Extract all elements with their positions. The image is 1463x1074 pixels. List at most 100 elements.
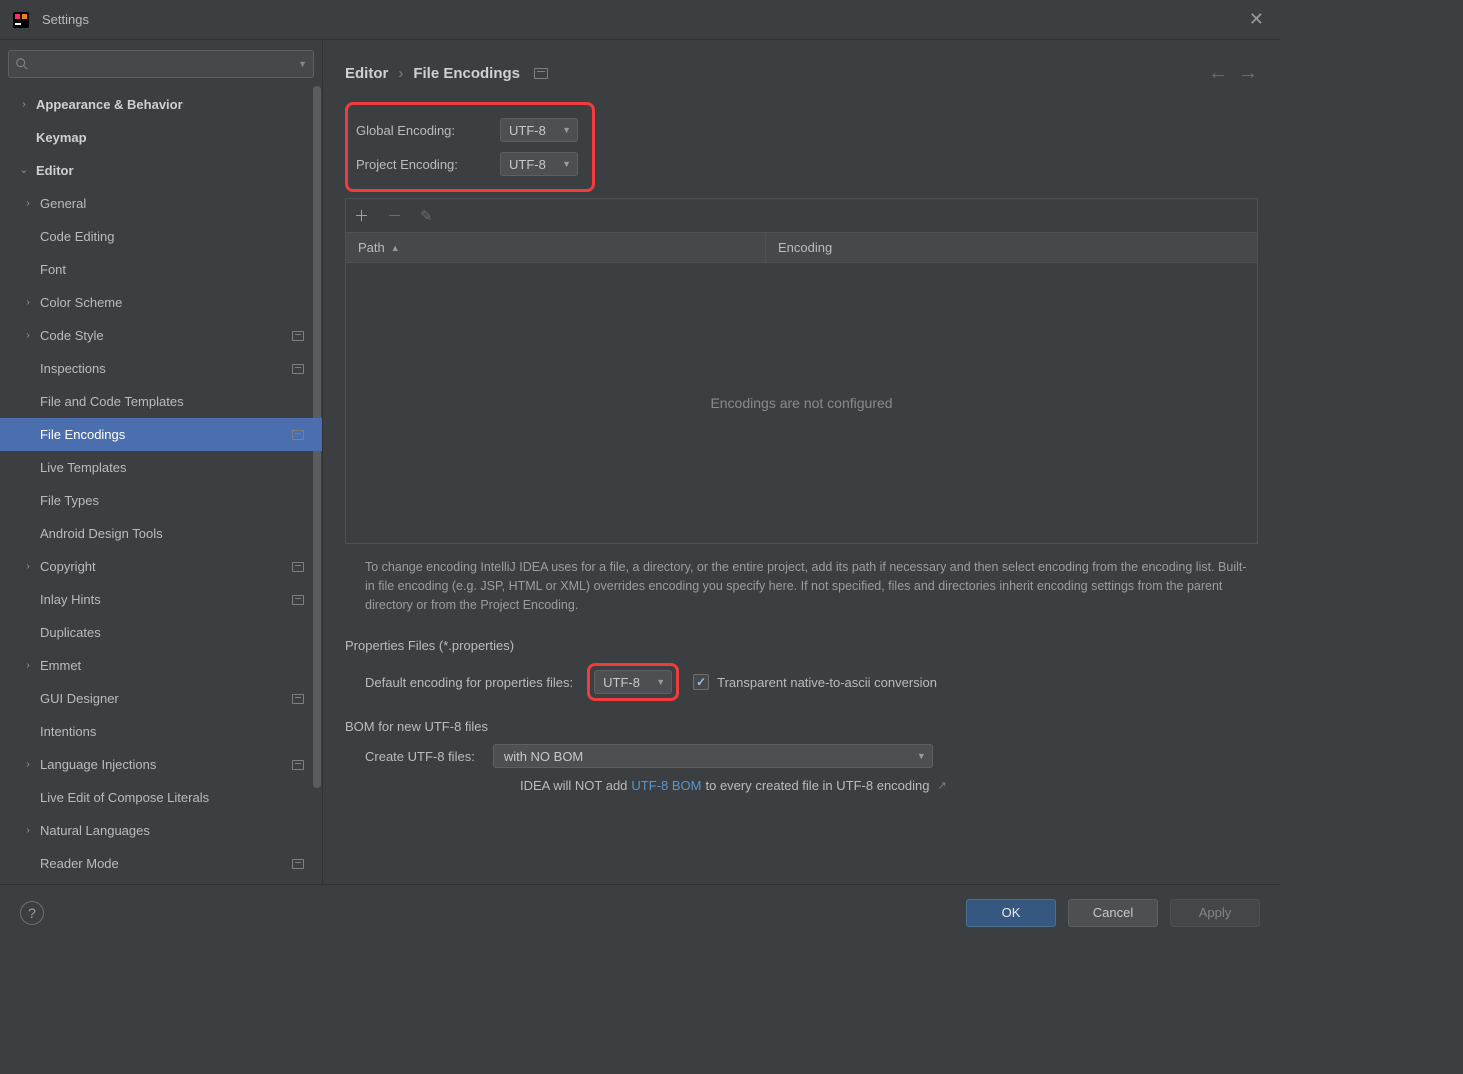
global-encoding-label: Global Encoding:: [356, 123, 486, 138]
sidebar-item-label: Copyright: [40, 559, 96, 574]
sidebar-item-label: Keymap: [36, 130, 87, 145]
sidebar-item-inlay-hints[interactable]: ›Inlay Hints: [0, 583, 322, 616]
chevron-down-icon: ▼: [656, 677, 665, 687]
settings-tree[interactable]: ›Appearance & Behavior›Keymap⌄Editor›Gen…: [0, 86, 322, 884]
add-icon[interactable]: ＋: [354, 205, 369, 226]
utf8-bom-link[interactable]: UTF-8 BOM: [631, 778, 701, 793]
sidebar-item-code-style[interactable]: ›Code Style: [0, 319, 322, 352]
chevron-right-icon: ›: [18, 99, 30, 110]
sidebar-item-natural-languages[interactable]: ›Natural Languages: [0, 814, 322, 847]
sidebar-item-label: General: [40, 196, 86, 211]
cancel-button[interactable]: Cancel: [1068, 899, 1158, 927]
sidebar-item-label: Language Injections: [40, 757, 156, 772]
sidebar-item-label: Live Edit of Compose Literals: [40, 790, 209, 805]
sidebar-item-label: Font: [40, 262, 66, 277]
global-encoding-combo[interactable]: UTF-8 ▼: [500, 118, 578, 142]
sidebar-item-general[interactable]: › General: [0, 187, 322, 220]
sidebar-item-reader-mode[interactable]: ›Reader Mode: [0, 847, 322, 880]
sidebar-item-emmet[interactable]: › Emmet: [0, 649, 322, 682]
sidebar-item-label: Inspections: [40, 361, 106, 376]
sidebar-item-label: Code Editing: [40, 229, 114, 244]
apply-button[interactable]: Apply: [1170, 899, 1260, 927]
sidebar-item-label: Duplicates: [40, 625, 101, 640]
sidebar-item-file-and-code-templates[interactable]: ›File and Code Templates: [0, 385, 322, 418]
chevron-right-icon: ›: [22, 198, 34, 209]
sidebar-item-label: Inlay Hints: [40, 592, 101, 607]
forward-icon[interactable]: →: [1238, 62, 1258, 85]
search-icon: [15, 57, 29, 71]
bottom-bar: ? OK Cancel Apply: [0, 884, 1280, 940]
sidebar-item-font[interactable]: ›Font: [0, 253, 322, 286]
sort-asc-icon: ▲: [391, 243, 400, 253]
sidebar-item-intentions[interactable]: ›Intentions: [0, 715, 322, 748]
back-icon[interactable]: ←: [1208, 62, 1228, 85]
highlighted-properties-encoding: UTF-8 ▼: [587, 663, 679, 701]
sidebar-item-copyright[interactable]: ›Copyright: [0, 550, 322, 583]
sidebar-item-label: Reader Mode: [40, 856, 119, 871]
sidebar-item-label: Color Scheme: [40, 295, 122, 310]
properties-default-label: Default encoding for properties files:: [365, 675, 573, 690]
sidebar-item-editor[interactable]: ⌄ Editor: [0, 154, 322, 187]
sidebar-item-label: Editor: [36, 163, 74, 178]
remove-icon[interactable]: －: [387, 205, 402, 226]
column-header-path[interactable]: Path ▲: [346, 233, 766, 262]
sidebar-item-label: Code Style: [40, 328, 104, 343]
bom-note: IDEA will NOT add UTF-8 BOM to every cre…: [345, 778, 1258, 793]
project-scope-icon: [292, 694, 304, 704]
sidebar-item-label: Emmet: [40, 658, 81, 673]
sidebar-item-gui-designer[interactable]: ›GUI Designer: [0, 682, 322, 715]
sidebar-item-file-types[interactable]: ›File Types: [0, 484, 322, 517]
project-scope-icon: [292, 430, 304, 440]
properties-encoding-combo[interactable]: UTF-8 ▼: [594, 670, 672, 694]
global-encoding-value: UTF-8: [509, 123, 546, 138]
sidebar-item-live-edit-of-compose-literals[interactable]: ›Live Edit of Compose Literals: [0, 781, 322, 814]
sidebar-item-inspections[interactable]: ›Inspections: [0, 352, 322, 385]
sidebar-item-language-injections[interactable]: › Language Injections: [0, 748, 322, 781]
chevron-right-icon: ›: [22, 825, 34, 836]
chevron-right-icon: ›: [22, 660, 34, 671]
panel-header: Editor › File Encodings ← →: [323, 40, 1280, 84]
project-scope-icon: [292, 859, 304, 869]
project-encoding-combo[interactable]: UTF-8 ▼: [500, 152, 578, 176]
sidebar-item-label: Intentions: [40, 724, 96, 739]
settings-sidebar: ▼ ›Appearance & Behavior›Keymap⌄Editor›G…: [0, 40, 323, 884]
project-scope-icon: [292, 364, 304, 374]
sidebar-item-color-scheme[interactable]: › Color Scheme: [0, 286, 322, 319]
column-header-encoding[interactable]: Encoding: [766, 240, 844, 255]
chevron-right-icon: ›: [22, 759, 34, 770]
sidebar-item-keymap[interactable]: ›Keymap: [0, 121, 322, 154]
table-toolbar: ＋ － ✎: [345, 198, 1258, 232]
chevron-down-icon: ▼: [917, 751, 926, 761]
chevron-down-icon: ⌄: [18, 165, 30, 176]
create-utf8-combo[interactable]: with NO BOM ▼: [493, 744, 933, 768]
sidebar-item-file-encodings[interactable]: ›File Encodings: [0, 418, 322, 451]
search-input-wrap[interactable]: ▼: [8, 50, 314, 78]
sidebar-item-label: File and Code Templates: [40, 394, 184, 409]
edit-icon[interactable]: ✎: [420, 207, 433, 225]
sidebar-item-appearance-behavior[interactable]: › Appearance & Behavior: [0, 88, 322, 121]
create-utf8-value: with NO BOM: [504, 749, 583, 764]
sidebar-item-code-editing[interactable]: ›Code Editing: [0, 220, 322, 253]
create-utf8-label: Create UTF-8 files:: [365, 749, 475, 764]
project-scope-icon: [292, 760, 304, 770]
sidebar-item-label: GUI Designer: [40, 691, 119, 706]
bom-section-title: BOM for new UTF-8 files: [345, 719, 1258, 734]
native-ascii-label: Transparent native-to-ascii conversion: [717, 675, 937, 690]
breadcrumb-current: File Encodings: [413, 65, 520, 82]
sidebar-item-label: Appearance & Behavior: [36, 97, 183, 112]
highlighted-encoding-block: Global Encoding: UTF-8 ▼ Project Encodin…: [345, 102, 595, 192]
chevron-right-icon: ›: [22, 297, 34, 308]
breadcrumb: Editor › File Encodings: [345, 65, 548, 82]
dropdown-icon[interactable]: ▼: [298, 59, 307, 69]
breadcrumb-parent[interactable]: Editor: [345, 65, 388, 82]
help-icon[interactable]: ?: [20, 901, 44, 925]
ok-button[interactable]: OK: [966, 899, 1056, 927]
close-icon[interactable]: ✕: [1245, 5, 1268, 34]
sidebar-item-android-design-tools[interactable]: ›Android Design Tools: [0, 517, 322, 550]
sidebar-item-duplicates[interactable]: ›Duplicates: [0, 616, 322, 649]
sidebar-item-live-templates[interactable]: ›Live Templates: [0, 451, 322, 484]
search-input[interactable]: [29, 57, 298, 72]
properties-section-title: Properties Files (*.properties): [345, 638, 1258, 653]
project-scope-icon: [292, 595, 304, 605]
native-ascii-checkbox[interactable]: ✓: [693, 674, 709, 690]
